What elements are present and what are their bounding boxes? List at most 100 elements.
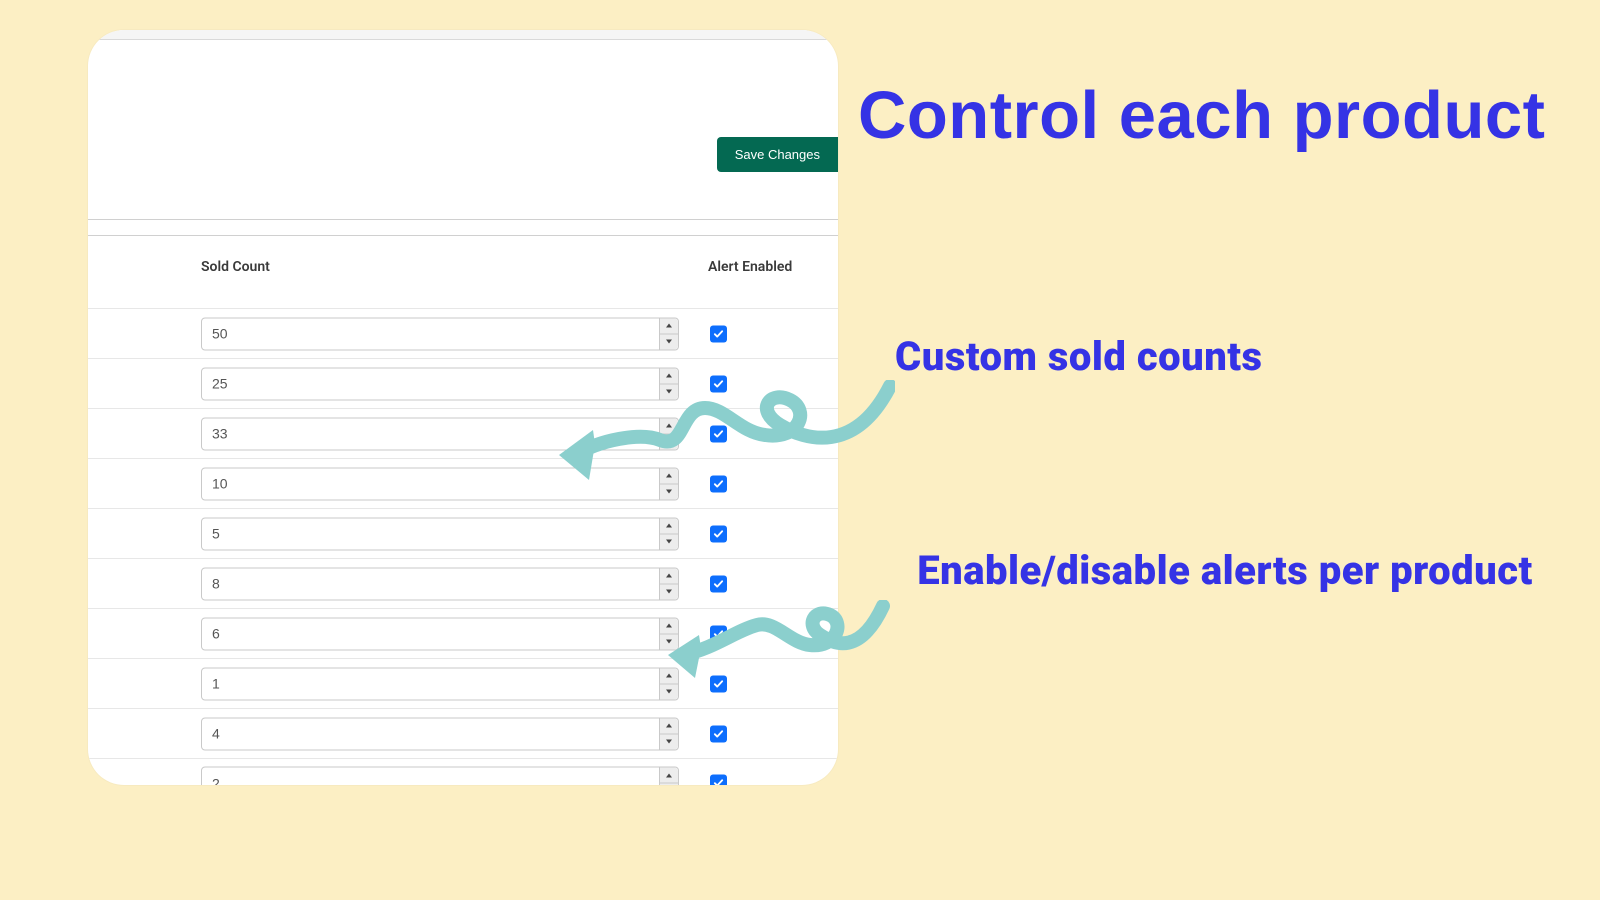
check-icon	[713, 728, 724, 739]
chevron-down-icon	[666, 690, 672, 694]
stepper-up-button[interactable]	[660, 718, 678, 733]
number-spinner	[659, 318, 678, 349]
alert-enabled-checkbox[interactable]	[710, 725, 727, 742]
sold-count-stepper[interactable]	[201, 317, 679, 350]
stepper-up-button[interactable]	[660, 318, 678, 333]
panel-inner: Save Changes Sold Count Alert Enabled	[88, 30, 838, 785]
check-icon	[713, 528, 724, 539]
panel-subheader-strip	[88, 220, 838, 236]
number-spinner	[659, 668, 678, 699]
chevron-up-icon	[666, 773, 672, 777]
alert-enabled-checkbox[interactable]	[710, 575, 727, 592]
alert-enabled-checkbox-wrap	[710, 575, 727, 592]
alert-enabled-checkbox[interactable]	[710, 525, 727, 542]
sold-count-stepper[interactable]	[201, 717, 679, 750]
alert-enabled-checkbox-wrap	[710, 625, 727, 642]
save-changes-button[interactable]: Save Changes	[717, 137, 838, 172]
sold-count-input[interactable]	[202, 668, 659, 699]
sold-count-stepper[interactable]	[201, 517, 679, 550]
check-icon	[713, 378, 724, 389]
stepper-up-button[interactable]	[660, 368, 678, 383]
column-header-alert-enabled: Alert Enabled	[708, 259, 792, 275]
chevron-up-icon	[666, 674, 672, 678]
sold-count-stepper[interactable]	[201, 417, 679, 450]
table-row	[88, 758, 838, 785]
admin-panel: Save Changes Sold Count Alert Enabled	[88, 30, 838, 785]
chevron-down-icon	[666, 490, 672, 494]
stepper-down-button[interactable]	[660, 783, 678, 786]
panel-header: Save Changes	[88, 40, 838, 220]
alert-enabled-checkbox[interactable]	[710, 375, 727, 392]
stepper-up-button[interactable]	[660, 618, 678, 633]
number-spinner	[659, 468, 678, 499]
stepper-down-button[interactable]	[660, 733, 678, 749]
alert-enabled-checkbox-wrap	[710, 675, 727, 692]
table-row	[88, 458, 838, 508]
number-spinner	[659, 618, 678, 649]
stepper-up-button[interactable]	[660, 468, 678, 483]
stepper-down-button[interactable]	[660, 383, 678, 399]
table-row	[88, 308, 838, 358]
stepper-down-button[interactable]	[660, 533, 678, 549]
sold-count-input[interactable]	[202, 318, 659, 349]
stepper-down-button[interactable]	[660, 483, 678, 499]
alert-enabled-checkbox[interactable]	[710, 425, 727, 442]
stepper-up-button[interactable]	[660, 518, 678, 533]
stepper-down-button[interactable]	[660, 433, 678, 449]
number-spinner	[659, 568, 678, 599]
stepper-up-button[interactable]	[660, 418, 678, 433]
check-icon	[713, 778, 724, 786]
column-header-sold-count: Sold Count	[201, 259, 270, 275]
sold-count-input[interactable]	[202, 718, 659, 749]
chevron-down-icon	[666, 340, 672, 344]
table-row	[88, 708, 838, 758]
alert-enabled-checkbox[interactable]	[710, 625, 727, 642]
check-icon	[713, 578, 724, 589]
stepper-down-button[interactable]	[660, 683, 678, 699]
alert-enabled-checkbox-wrap	[710, 775, 727, 786]
check-icon	[713, 428, 724, 439]
sold-count-stepper[interactable]	[201, 367, 679, 400]
chevron-up-icon	[666, 374, 672, 378]
stepper-up-button[interactable]	[660, 568, 678, 583]
alert-enabled-checkbox[interactable]	[710, 675, 727, 692]
table-column-headers: Sold Count Alert Enabled	[88, 236, 838, 298]
alert-enabled-checkbox[interactable]	[710, 325, 727, 342]
sold-count-stepper[interactable]	[201, 467, 679, 500]
table-body	[88, 308, 838, 785]
alert-enabled-checkbox[interactable]	[710, 475, 727, 492]
stepper-up-button[interactable]	[660, 668, 678, 683]
stepper-down-button[interactable]	[660, 333, 678, 349]
sold-count-input[interactable]	[202, 568, 659, 599]
sold-count-input[interactable]	[202, 518, 659, 549]
sold-count-input[interactable]	[202, 618, 659, 649]
sold-count-input[interactable]	[202, 418, 659, 449]
chevron-up-icon	[666, 724, 672, 728]
chevron-up-icon	[666, 424, 672, 428]
alert-enabled-checkbox-wrap	[710, 725, 727, 742]
number-spinner	[659, 768, 678, 786]
sold-count-input[interactable]	[202, 468, 659, 499]
alert-enabled-checkbox-wrap	[710, 475, 727, 492]
stepper-up-button[interactable]	[660, 768, 678, 783]
sold-count-stepper[interactable]	[201, 667, 679, 700]
sold-count-input[interactable]	[202, 368, 659, 399]
chevron-down-icon	[666, 740, 672, 744]
chevron-up-icon	[666, 624, 672, 628]
chevron-down-icon	[666, 540, 672, 544]
alert-enabled-checkbox[interactable]	[710, 775, 727, 786]
sold-count-stepper[interactable]	[201, 567, 679, 600]
promo-text-region: Control each product	[858, 64, 1560, 168]
chevron-up-icon	[666, 574, 672, 578]
sold-count-stepper[interactable]	[201, 617, 679, 650]
table-row	[88, 358, 838, 408]
panel-top-strip	[88, 30, 838, 40]
chevron-up-icon	[666, 524, 672, 528]
stepper-down-button[interactable]	[660, 633, 678, 649]
sold-count-input[interactable]	[202, 768, 659, 786]
caption-sold-counts: Custom sold counts	[895, 333, 1263, 380]
sold-count-stepper[interactable]	[201, 767, 679, 786]
chevron-down-icon	[666, 640, 672, 644]
alert-enabled-checkbox-wrap	[710, 375, 727, 392]
stepper-down-button[interactable]	[660, 583, 678, 599]
